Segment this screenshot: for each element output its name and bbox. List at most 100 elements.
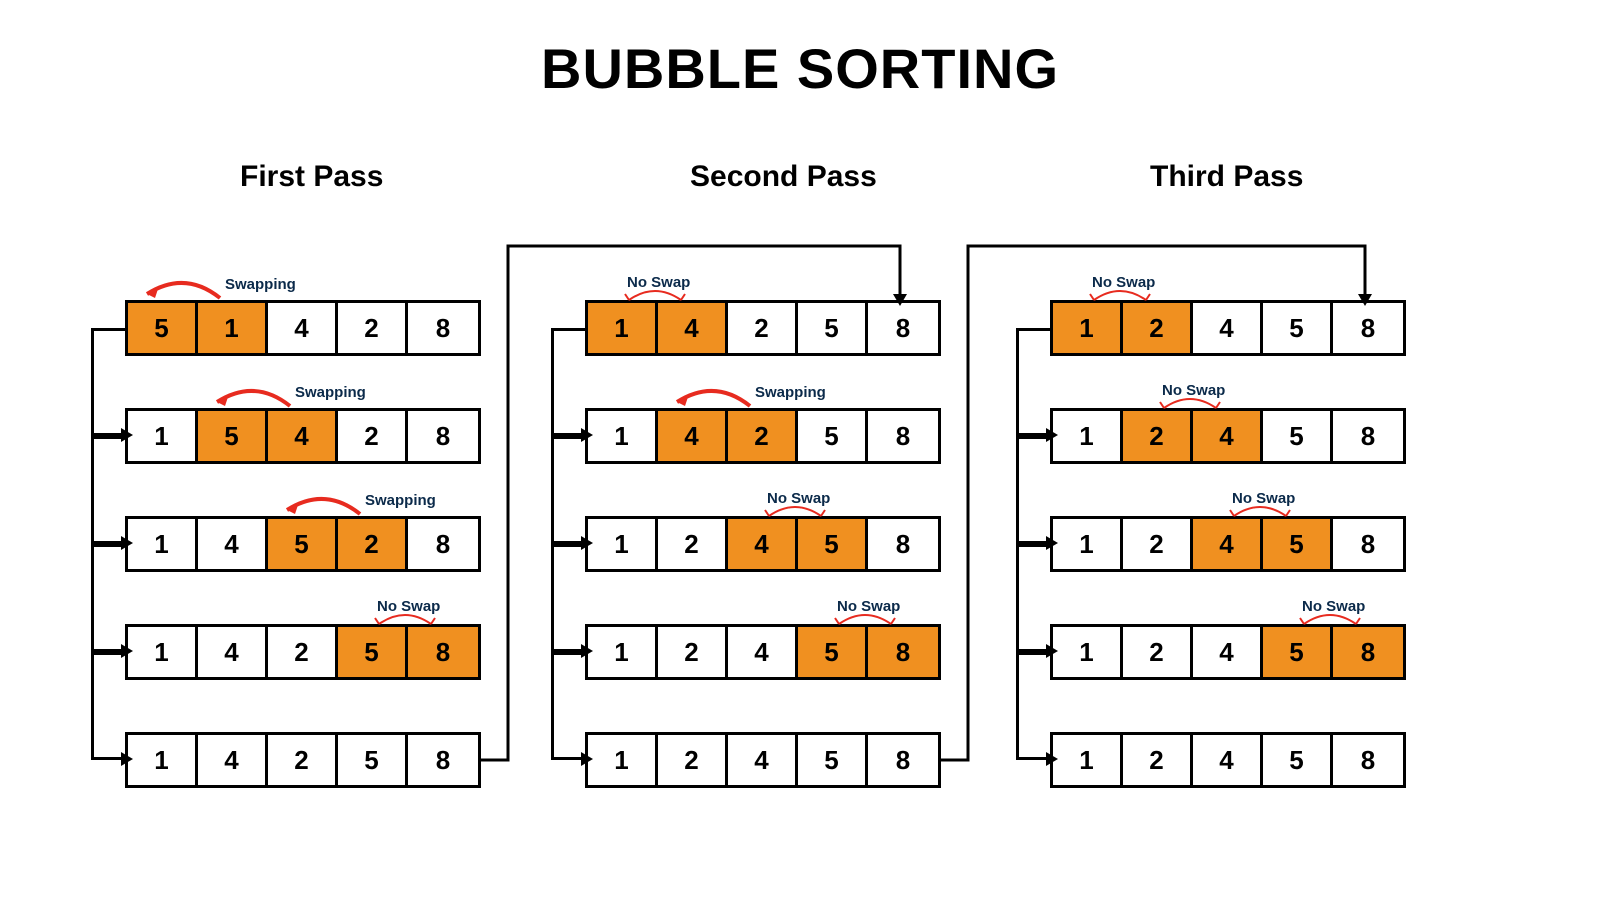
- array-cell: 2: [658, 735, 728, 785]
- step-connector-icon: [91, 544, 125, 652]
- array-cell: 8: [1333, 303, 1403, 353]
- pass-title: Second Pass: [690, 160, 877, 194]
- no-swap-label: No Swap: [377, 598, 440, 615]
- array-cell: 8: [868, 519, 938, 569]
- array-cell: 1: [128, 627, 198, 677]
- swap-arrow-icon: [205, 386, 295, 410]
- step-connector-icon: [551, 328, 585, 436]
- array-cell: 8: [1333, 411, 1403, 461]
- array-step: 14528Swapping: [85, 486, 555, 594]
- array-cell: 2: [338, 303, 408, 353]
- array-cell: 8: [868, 735, 938, 785]
- array-cell: 4: [268, 411, 338, 461]
- array-step: 14258Swapping: [545, 378, 1015, 486]
- array-cell: 2: [728, 303, 798, 353]
- array-cell: 1: [1053, 303, 1123, 353]
- array-cell: 2: [1123, 735, 1193, 785]
- array-cell: 5: [198, 411, 268, 461]
- no-swap-label: No Swap: [1092, 274, 1155, 291]
- array-cell: 2: [268, 735, 338, 785]
- array-cell: 1: [588, 303, 658, 353]
- step-connector-icon: [91, 328, 125, 436]
- array-cell: 2: [338, 519, 408, 569]
- array-cell: 4: [1193, 627, 1263, 677]
- array-row: 14258: [585, 300, 941, 356]
- array-step: 15428Swapping: [85, 378, 555, 486]
- array-cell: 5: [798, 735, 868, 785]
- step-connector-icon: [551, 652, 585, 760]
- array-cell: 2: [1123, 303, 1193, 353]
- swap-arrow-icon: [275, 494, 365, 518]
- array-cell: 4: [658, 411, 728, 461]
- array-cell: 1: [1053, 519, 1123, 569]
- array-row: 12458: [1050, 624, 1406, 680]
- pass-title: First Pass: [240, 160, 383, 194]
- array-cell: 2: [728, 411, 798, 461]
- array-row: 14258: [125, 732, 481, 788]
- pass-title: Third Pass: [1150, 160, 1303, 194]
- array-cell: 2: [1123, 519, 1193, 569]
- array-cell: 5: [1263, 411, 1333, 461]
- array-cell: 2: [1123, 627, 1193, 677]
- step-connector-icon: [551, 436, 585, 544]
- array-cell: 1: [588, 627, 658, 677]
- pass-column: 14258No Swap14258Swapping12458No Swap124…: [545, 270, 1015, 810]
- no-swap-label: No Swap: [767, 490, 830, 507]
- no-swap-label: No Swap: [837, 598, 900, 615]
- array-cell: 2: [658, 519, 728, 569]
- array-cell: 5: [798, 519, 868, 569]
- array-cell: 5: [1263, 303, 1333, 353]
- array-cell: 8: [408, 303, 478, 353]
- array-cell: 4: [1193, 519, 1263, 569]
- array-cell: 4: [198, 735, 268, 785]
- array-step: 12458 No Swap: [1010, 270, 1480, 378]
- array-step: 14258 No Swap: [545, 270, 1015, 378]
- array-cell: 4: [728, 735, 798, 785]
- step-connector-icon: [91, 436, 125, 544]
- array-step: 51428Swapping: [85, 270, 555, 378]
- array-cell: 8: [868, 627, 938, 677]
- array-cell: 5: [1263, 735, 1333, 785]
- no-swap-label: No Swap: [627, 274, 690, 291]
- array-cell: 8: [1333, 519, 1403, 569]
- swap-label: Swapping: [225, 276, 296, 293]
- array-cell: 4: [728, 519, 798, 569]
- array-cell: 1: [588, 735, 658, 785]
- array-cell: 1: [1053, 627, 1123, 677]
- step-connector-icon: [1016, 436, 1050, 544]
- array-row: 12458: [585, 624, 941, 680]
- array-cell: 4: [1193, 411, 1263, 461]
- pass-column: 51428Swapping15428Swapping14528Swapping1…: [85, 270, 555, 810]
- array-cell: 5: [338, 627, 408, 677]
- array-row: 12458: [1050, 300, 1406, 356]
- array-cell: 8: [408, 411, 478, 461]
- array-row: 14258: [125, 624, 481, 680]
- array-cell: 2: [658, 627, 728, 677]
- array-cell: 1: [588, 411, 658, 461]
- swap-label: Swapping: [365, 492, 436, 509]
- array-row: 15428: [125, 408, 481, 464]
- array-cell: 4: [198, 519, 268, 569]
- array-cell: 8: [1333, 735, 1403, 785]
- array-cell: 5: [338, 735, 408, 785]
- array-row: 12458: [585, 732, 941, 788]
- array-cell: 5: [1263, 627, 1333, 677]
- step-connector-icon: [1016, 328, 1050, 436]
- array-step: 12458No Swap: [1010, 378, 1480, 486]
- array-step: 14258 No Swap: [85, 594, 555, 702]
- array-cell: 5: [268, 519, 338, 569]
- array-row: 12458: [1050, 516, 1406, 572]
- array-cell: 4: [1193, 735, 1263, 785]
- no-swap-label: No Swap: [1232, 490, 1295, 507]
- array-cell: 1: [128, 411, 198, 461]
- array-cell: 5: [798, 303, 868, 353]
- array-cell: 4: [728, 627, 798, 677]
- array-cell: 1: [198, 303, 268, 353]
- array-cell: 5: [798, 411, 868, 461]
- array-step: 12458: [545, 702, 1015, 810]
- array-cell: 2: [268, 627, 338, 677]
- array-cell: 8: [1333, 627, 1403, 677]
- array-row: 12458: [1050, 732, 1406, 788]
- array-step: 12458 No Swap: [1010, 486, 1480, 594]
- step-connector-icon: [1016, 652, 1050, 760]
